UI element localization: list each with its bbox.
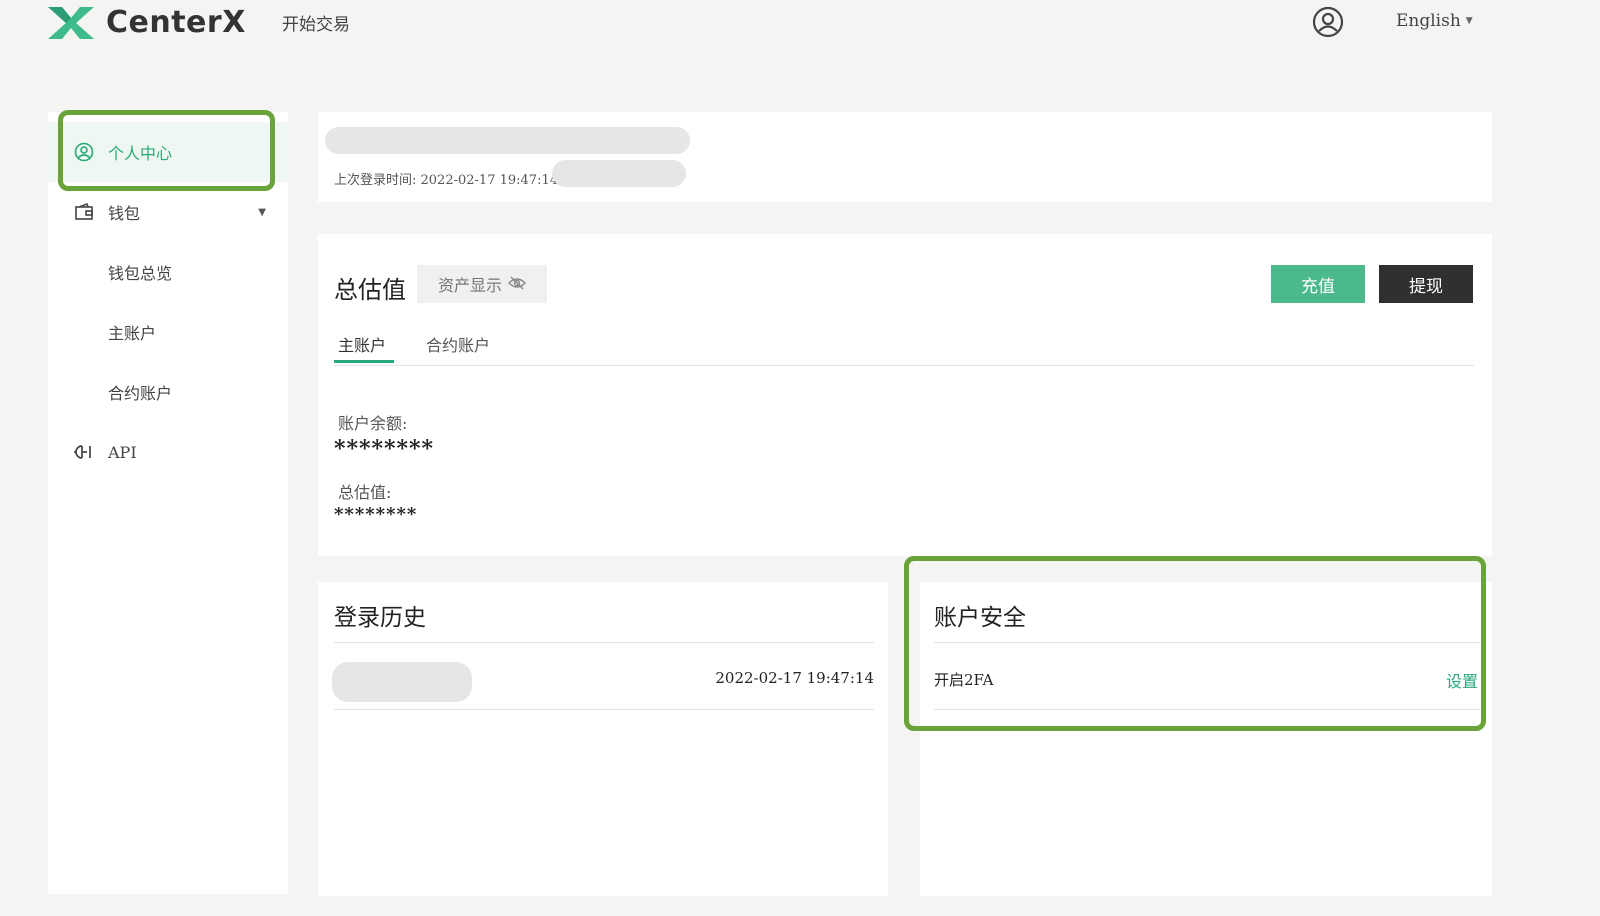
tab-contract-account[interactable]: 合约账户 — [426, 332, 490, 356]
sidebar-item-label: 主账户 — [108, 324, 157, 343]
login-history-title: 登录历史 — [334, 605, 426, 631]
last-login-time: 上次登录时间: 2022-02-17 19:47:14 — [334, 173, 558, 188]
deposit-button[interactable]: 充值 — [1271, 265, 1365, 303]
language-selector[interactable]: English ▼ — [1396, 11, 1473, 31]
divider — [334, 709, 874, 710]
sidebar: 个人中心 钱包 ▼ 钱包总览 主账户 合约账户 API — [48, 112, 288, 894]
eye-off-icon — [508, 275, 526, 294]
sidebar-item-label: 钱包 — [108, 204, 141, 223]
wallet-icon — [72, 200, 96, 224]
divider — [334, 642, 874, 643]
balance-label: 账户余额: — [338, 414, 408, 433]
highlight-personal-center — [58, 110, 275, 191]
asset-visibility-toggle[interactable]: 资产显示 — [417, 265, 547, 303]
highlight-account-security — [904, 556, 1486, 731]
total-assets-panel: 总估值 资产显示 充值 提现 主账户 合约账户 账户余额: ******** 总… — [318, 234, 1492, 556]
total-assets-title: 总估值 — [334, 276, 406, 304]
sidebar-item-api[interactable]: API — [48, 422, 288, 482]
total-value-label: 总估值: — [338, 483, 392, 502]
sidebar-item-label: 合约账户 — [108, 384, 173, 403]
sidebar-item-main-account[interactable]: 主账户 — [48, 302, 288, 362]
chevron-down-icon: ▼ — [1465, 16, 1473, 26]
brand-name: CenterX — [106, 5, 246, 40]
asset-visibility-label: 资产显示 — [437, 276, 502, 295]
profile-panel: 上次登录时间: 2022-02-17 19:47:14 — [318, 112, 1492, 202]
language-label: English — [1396, 11, 1461, 31]
active-tab-indicator — [334, 360, 394, 363]
login-time: 2022-02-17 19:47:14 — [715, 669, 874, 687]
api-plug-icon — [72, 440, 96, 464]
sidebar-item-contract-account[interactable]: 合约账户 — [48, 362, 288, 422]
brand-logo[interactable]: CenterX — [48, 5, 246, 40]
login-location-placeholder — [332, 662, 472, 702]
sidebar-item-wallet[interactable]: 钱包 ▼ — [48, 182, 288, 242]
sidebar-item-label: 钱包总览 — [108, 264, 173, 283]
tab-main-account[interactable]: 主账户 — [338, 332, 386, 356]
top-header: CenterX 开始交易 English ▼ — [0, 0, 1600, 46]
sidebar-item-wallet-overview[interactable]: 钱包总览 — [48, 242, 288, 302]
sidebar-item-label: API — [108, 442, 137, 462]
centerx-logo-icon — [48, 6, 94, 39]
login-history-panel: 登录历史 2022-02-17 19:47:14 — [318, 582, 888, 896]
tab-divider — [334, 365, 1474, 366]
username-placeholder — [325, 127, 690, 154]
nav-start-trading[interactable]: 开始交易 — [282, 10, 350, 35]
withdraw-button[interactable]: 提现 — [1379, 265, 1473, 303]
account-avatar-icon[interactable] — [1312, 6, 1344, 42]
ip-placeholder — [552, 160, 686, 187]
total-value: ******** — [334, 504, 418, 525]
caret-down-icon[interactable]: ▼ — [258, 207, 266, 218]
balance-value: ******** — [334, 436, 435, 462]
